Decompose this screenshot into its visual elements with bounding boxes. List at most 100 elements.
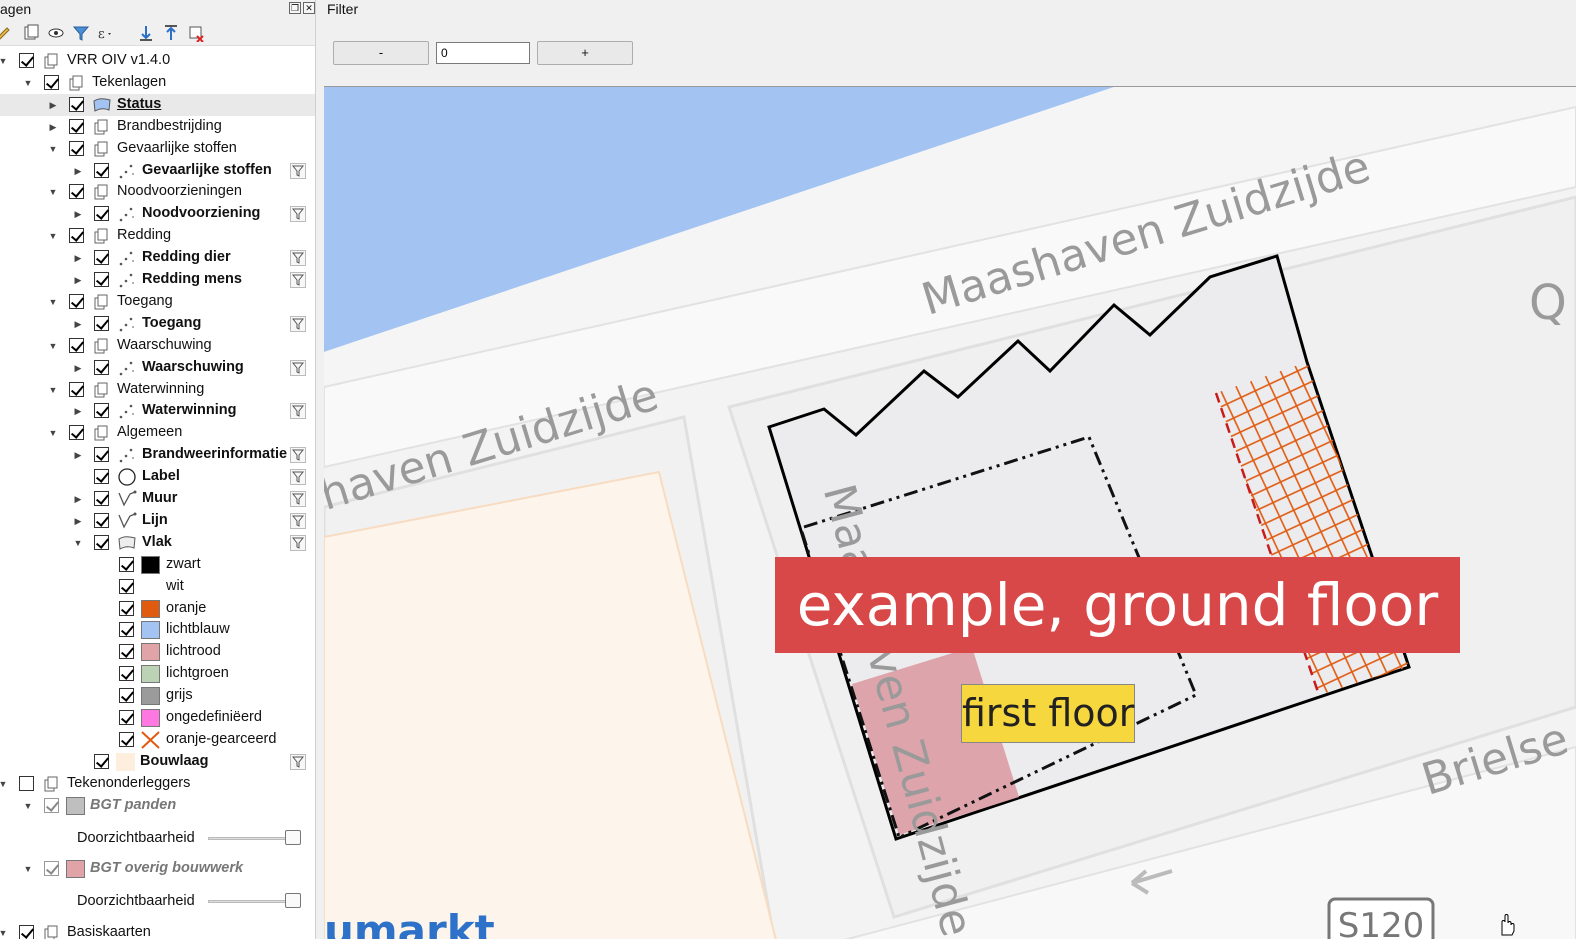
- layer-tree-item[interactable]: oranje: [0, 598, 315, 620]
- layer-visibility-checkbox[interactable]: [119, 556, 134, 572]
- layer-visibility-checkbox[interactable]: [94, 162, 109, 178]
- layer-tree-item[interactable]: ▶ Muur: [0, 488, 315, 510]
- layer-tree-item[interactable]: lichtblauw: [0, 619, 315, 641]
- layer-tree-item[interactable]: Label: [0, 466, 315, 488]
- expand-arrow-icon[interactable]: ▶: [47, 121, 59, 133]
- layer-tree-item[interactable]: ▶ Gevaarlijke stoffen: [0, 160, 315, 182]
- layer-visibility-checkbox[interactable]: [119, 622, 134, 638]
- layer-visibility-checkbox[interactable]: [19, 775, 34, 791]
- opacity-slider-track[interactable]: [208, 836, 288, 840]
- layer-visibility-checkbox[interactable]: [69, 96, 84, 112]
- layer-filter-icon[interactable]: [290, 206, 306, 223]
- collapse-arrow-icon[interactable]: ▼: [0, 927, 9, 939]
- opacity-slider-row[interactable]: Doorzichtbaarheid: [0, 827, 315, 849]
- layer-tree-item[interactable]: ▼ Gevaarlijke stoffen: [0, 138, 315, 160]
- layer-filter-icon[interactable]: [290, 447, 306, 464]
- collapse-arrow-icon[interactable]: ▼: [47, 296, 59, 308]
- layer-tree-item[interactable]: Bouwlaag: [0, 751, 315, 773]
- layer-tree-item[interactable]: ▶ Toegang: [0, 313, 315, 335]
- layer-filter-icon[interactable]: [290, 250, 306, 267]
- layer-visibility-checkbox[interactable]: [69, 381, 84, 397]
- layer-filter-icon[interactable]: [290, 753, 306, 770]
- expand-arrow-icon[interactable]: ▶: [72, 274, 84, 286]
- layer-visibility-checkbox[interactable]: [44, 74, 59, 90]
- layer-tree-item[interactable]: ▼ Tekenonderleggers: [0, 773, 315, 795]
- collapse-arrow-icon[interactable]: ▼: [22, 77, 34, 89]
- opacity-slider-handle[interactable]: [285, 893, 301, 909]
- layer-visibility-checkbox[interactable]: [94, 469, 109, 485]
- collapse-arrow-icon[interactable]: ▼: [72, 537, 84, 549]
- collapse-arrow-icon[interactable]: ▼: [47, 384, 59, 396]
- collapse-arrow-icon[interactable]: ▼: [47, 186, 59, 198]
- layer-visibility-checkbox[interactable]: [94, 272, 109, 287]
- eye-icon[interactable]: [47, 24, 65, 42]
- layer-tree-item[interactable]: ▶ Waarschuwing: [0, 357, 315, 379]
- layer-visibility-checkbox[interactable]: [69, 337, 84, 353]
- opacity-slider-track[interactable]: [208, 900, 288, 904]
- layer-visibility-checkbox[interactable]: [94, 315, 109, 331]
- expand-arrow-icon[interactable]: ▶: [72, 318, 84, 330]
- add-group-icon[interactable]: [22, 24, 40, 42]
- layer-tree-item[interactable]: ▶ Brandbestrijding: [0, 116, 315, 138]
- opacity-slider-row[interactable]: Doorzichtbaarheid: [0, 890, 315, 912]
- float-panel-icon[interactable]: ❐: [289, 2, 301, 14]
- expand-arrow-icon[interactable]: ▶: [47, 99, 59, 111]
- collapse-arrow-icon[interactable]: ▼: [47, 230, 59, 242]
- layer-visibility-checkbox[interactable]: [119, 666, 134, 682]
- collapse-arrow-icon[interactable]: ▼: [22, 863, 34, 875]
- layer-visibility-checkbox[interactable]: [119, 644, 134, 660]
- layer-filter-icon[interactable]: [290, 491, 306, 507]
- layer-visibility-checkbox[interactable]: [94, 206, 109, 222]
- collapse-arrow-icon[interactable]: ▼: [0, 778, 9, 790]
- layer-filter-icon[interactable]: [290, 534, 306, 551]
- layer-tree-item[interactable]: ▶ Redding mens: [0, 269, 315, 291]
- layer-filter-icon[interactable]: [290, 512, 306, 529]
- layer-visibility-checkbox[interactable]: [69, 184, 84, 200]
- expand-arrow-icon[interactable]: ▶: [72, 493, 84, 505]
- layer-visibility-checkbox[interactable]: [69, 140, 84, 156]
- layer-visibility-checkbox[interactable]: [119, 688, 134, 704]
- collapse-all-icon[interactable]: [162, 24, 180, 42]
- remove-layer-icon[interactable]: [187, 24, 205, 42]
- layer-visibility-checkbox[interactable]: [69, 293, 84, 309]
- layer-visibility-checkbox[interactable]: [94, 359, 109, 375]
- layer-tree-item[interactable]: lichtgroen: [0, 663, 315, 685]
- layer-visibility-checkbox[interactable]: [94, 491, 109, 506]
- layer-tree-item[interactable]: ▼ Waterwinning: [0, 379, 315, 401]
- layer-tree-item[interactable]: ▶ Lijn: [0, 510, 315, 532]
- decrease-button[interactable]: -: [333, 41, 429, 65]
- expand-all-icon[interactable]: [137, 24, 155, 42]
- layer-tree-item[interactable]: ▶ Noodvoorziening: [0, 203, 315, 225]
- layer-visibility-checkbox[interactable]: [19, 53, 34, 68]
- layer-tree-item[interactable]: ▼ Redding: [0, 225, 315, 247]
- layer-visibility-checkbox[interactable]: [44, 861, 59, 877]
- layer-filter-icon[interactable]: [290, 469, 306, 486]
- expand-arrow-icon[interactable]: ▶: [72, 515, 84, 527]
- layer-tree-item[interactable]: ▶ Waterwinning: [0, 400, 315, 422]
- layer-visibility-checkbox[interactable]: [69, 118, 84, 134]
- layer-visibility-checkbox[interactable]: [94, 534, 109, 550]
- layer-tree-item[interactable]: ▼ VRR OIV v1.4.0: [0, 50, 315, 72]
- expand-arrow-icon[interactable]: ▶: [72, 208, 84, 220]
- layer-tree-item[interactable]: ▼ Noodvoorzieningen: [0, 181, 315, 203]
- layer-tree-item[interactable]: oranje-gearceerd: [0, 729, 315, 751]
- collapse-arrow-icon[interactable]: ▼: [22, 800, 34, 812]
- layer-tree-item[interactable]: ▼ Toegang: [0, 291, 315, 313]
- layer-tree-item[interactable]: ▼ Algemeen: [0, 422, 315, 444]
- close-panel-icon[interactable]: ✕: [303, 2, 315, 14]
- layer-tree-item[interactable]: ▼ Basiskaarten: [0, 922, 315, 939]
- layer-tree-item[interactable]: ongedefiniëerd: [0, 707, 315, 729]
- collapse-arrow-icon[interactable]: ▼: [47, 340, 59, 352]
- expand-arrow-icon[interactable]: ▶: [72, 252, 84, 264]
- layer-tree-item[interactable]: ▼ Waarschuwing: [0, 335, 315, 357]
- layer-tree-item[interactable]: ▶ Redding dier: [0, 247, 315, 269]
- layer-visibility-checkbox[interactable]: [94, 250, 109, 266]
- layer-tree-item[interactable]: lichtrood: [0, 641, 315, 663]
- collapse-arrow-icon[interactable]: ▼: [0, 55, 9, 67]
- layer-visibility-checkbox[interactable]: [19, 925, 34, 939]
- expand-arrow-icon[interactable]: ▶: [72, 165, 84, 177]
- layer-visibility-checkbox[interactable]: [94, 753, 109, 769]
- layer-filter-icon[interactable]: [290, 272, 306, 288]
- filter-value-input[interactable]: [436, 42, 530, 64]
- expression-filter-icon[interactable]: ε: [97, 24, 115, 42]
